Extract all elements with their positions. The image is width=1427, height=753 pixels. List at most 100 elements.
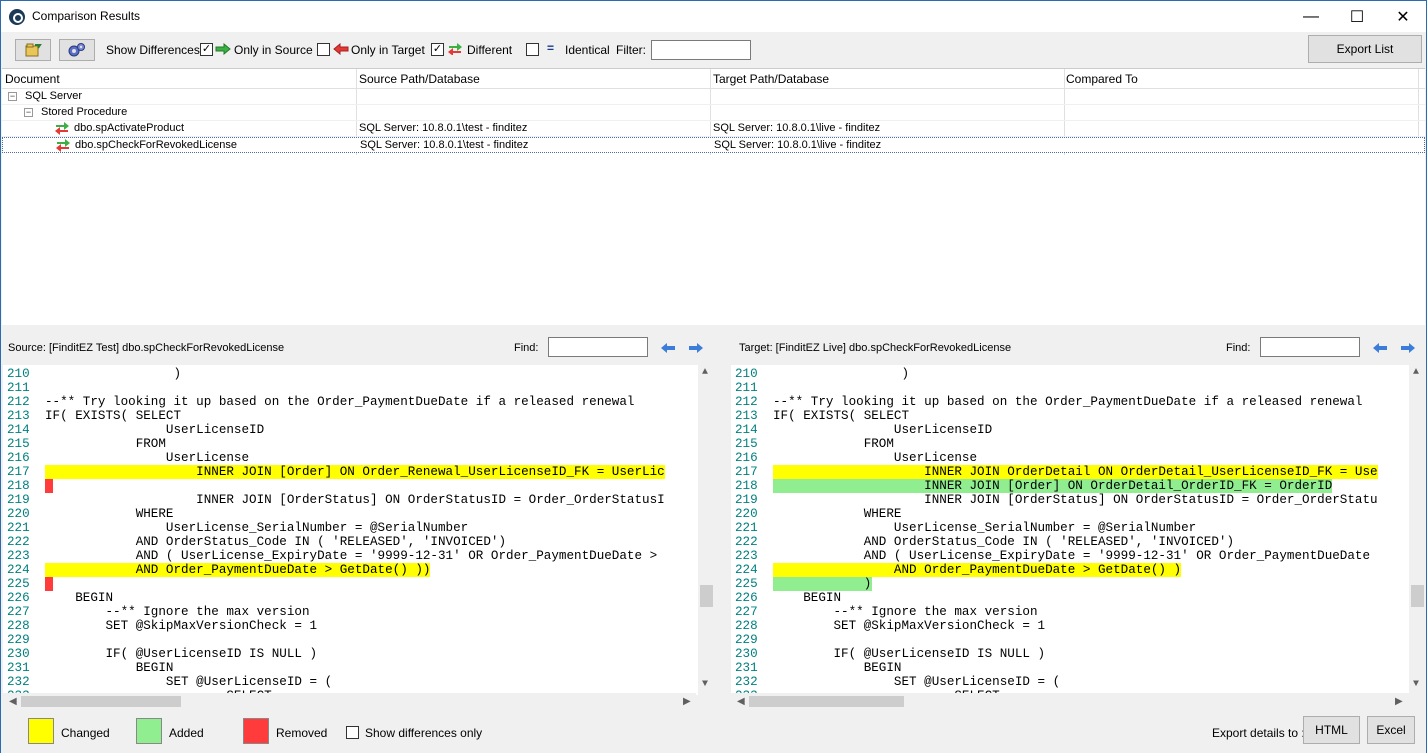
filter-label: Filter: [616,43,646,57]
different-arrows-icon [448,43,462,55]
column-header-compared-to[interactable]: Compared To [1066,72,1138,86]
code-line: SET @UserLicenseID = ( [773,675,1061,689]
code-line: SET @SkipMaxVersionCheck = 1 [45,619,318,633]
different-arrows-icon [55,122,69,135]
source-code-view[interactable]: 210 211 212 213 214 215 216 217 218 219 220 221 222 2… [3,365,715,695]
row-document: Stored Procedure [41,106,128,118]
line-number: 222 [7,535,30,549]
code-line: SET @SkipMaxVersionCheck = 1 [773,619,1046,633]
find-previous-icon[interactable] [1372,342,1388,354]
maximize-button[interactable]: ☐ [1334,1,1380,32]
source-find-input[interactable] [548,337,648,357]
scroll-right-icon[interactable]: ▶ [683,696,691,707]
find-next-icon[interactable] [1400,342,1416,354]
app-icon [9,9,25,25]
code-line: --** Try looking it up based on the Orde… [773,395,1363,409]
line-number: 220 [7,507,30,521]
code-line: INNER JOIN [OrderStatus] ON OrderStatusI… [773,493,1378,507]
tree-row-stored-procedure[interactable]: − Stored Procedure [2,105,1425,121]
target-line-gutter: 210 211 212 213 214 215 216 217 218 219 220 221 222 2… [731,365,767,695]
table-row[interactable]: dbo.spActivateProduct SQL Server: 10.8.0… [2,121,1425,137]
export-list-button[interactable]: Export List [1308,35,1422,63]
line-number: 215 [7,437,30,451]
identical-label: Identical [565,43,610,57]
line-number: 225 [7,577,30,591]
scroll-left-icon[interactable]: ◀ [737,696,745,707]
target-vertical-scrollbar[interactable]: ▲ ▼ [1409,365,1426,695]
code-line: --** Try looking it up based on the Orde… [45,395,635,409]
line-number: 231 [735,661,758,675]
code-line-changed: INNER JOIN [Order] ON Order_Renewal_User… [45,465,665,479]
code-line: IF( EXISTS( SELECT [45,409,182,423]
code-line: AND OrderStatus_Code IN ( 'RELEASED', 'I… [45,535,507,549]
filter-input[interactable] [651,40,751,60]
only-in-source-checkbox[interactable]: ✓ [200,43,213,56]
table-row-selected[interactable]: dbo.spCheckForRevokedLicense SQL Server:… [2,137,1425,153]
show-differences-only-checkbox[interactable] [346,726,359,739]
scroll-thumb[interactable] [749,696,904,707]
show-differences-only-label: Show differences only [365,726,483,740]
scroll-down-icon[interactable]: ▼ [702,679,708,690]
different-checkbox[interactable]: ✓ [431,43,444,56]
source-horizontal-scrollbar[interactable]: ◀ ▶ [3,693,696,710]
only-in-target-checkbox[interactable] [317,43,330,56]
removed-label: Removed [276,726,328,740]
row-target: SQL Server: 10.8.0.1\live - finditez [714,139,882,151]
target-find-input[interactable] [1260,337,1360,357]
code-line: ) [773,367,910,381]
code-line: BEGIN [45,591,114,605]
line-number: 229 [735,633,758,647]
line-number: 216 [735,451,758,465]
line-number: 210 [735,367,758,381]
collapse-toggle-icon[interactable]: − [8,92,17,101]
line-number: 211 [7,381,30,395]
collapse-toggle-icon[interactable]: − [24,108,33,117]
row-target: SQL Server: 10.8.0.1\live - finditez [713,122,881,134]
line-number: 226 [735,591,758,605]
find-previous-icon[interactable] [660,342,676,354]
column-header-document[interactable]: Document [5,72,60,86]
identical-checkbox[interactable] [526,43,539,56]
removed-swatch [243,718,269,744]
scroll-left-icon[interactable]: ◀ [9,696,17,707]
code-line: IF( @UserLicenseID IS NULL ) [45,647,318,661]
minimize-button[interactable]: — [1288,1,1334,32]
scroll-thumb[interactable] [1411,585,1424,607]
line-number: 215 [735,437,758,451]
title-bar: Comparison Results — ☐ ✕ [1,1,1426,32]
row-source: SQL Server: 10.8.0.1\test - finditez [359,122,528,134]
find-next-icon[interactable] [688,342,704,354]
scroll-up-icon[interactable]: ▲ [702,367,708,378]
line-number: 221 [735,521,758,535]
scroll-down-icon[interactable]: ▼ [1413,679,1419,690]
only-in-source-label: Only in Source [234,43,313,57]
line-number: 220 [735,507,758,521]
target-horizontal-scrollbar[interactable]: ◀ ▶ [731,693,1409,710]
line-number: 219 [7,493,30,507]
scroll-thumb[interactable] [700,585,713,607]
code-line: BEGIN [45,661,174,675]
export-excel-button[interactable]: Excel [1367,716,1415,744]
open-comparison-button[interactable] [15,39,51,61]
code-line: AND OrderStatus_Code IN ( 'RELEASED', 'I… [773,535,1235,549]
export-html-button[interactable]: HTML [1303,716,1360,744]
code-line: UserLicenseID [773,423,993,437]
line-number: 229 [7,633,30,647]
close-button[interactable]: ✕ [1380,1,1426,32]
target-code-view[interactable]: 210 211 212 213 214 215 216 217 218 219 220 221 222 2… [731,365,1426,695]
scroll-up-icon[interactable]: ▲ [1413,367,1419,378]
column-header-target[interactable]: Target Path/Database [713,72,829,86]
code-line: FROM [45,437,166,451]
scroll-right-icon[interactable]: ▶ [1395,696,1403,707]
code-line: UserLicense [773,451,978,465]
scroll-thumb[interactable] [21,696,181,707]
column-header-source[interactable]: Source Path/Database [359,72,480,86]
line-number: 227 [7,605,30,619]
code-line-added: INNER JOIN [Order] ON OrderDetail_OrderI… [773,479,1333,493]
tree-row-sql-server[interactable]: − SQL Server [2,89,1425,105]
settings-button[interactable] [59,39,95,61]
code-line: IF( @UserLicenseID IS NULL ) [773,647,1046,661]
code-line-removed [45,577,53,591]
source-vertical-scrollbar[interactable]: ▲ ▼ [698,365,715,695]
line-number: 232 [735,675,758,689]
